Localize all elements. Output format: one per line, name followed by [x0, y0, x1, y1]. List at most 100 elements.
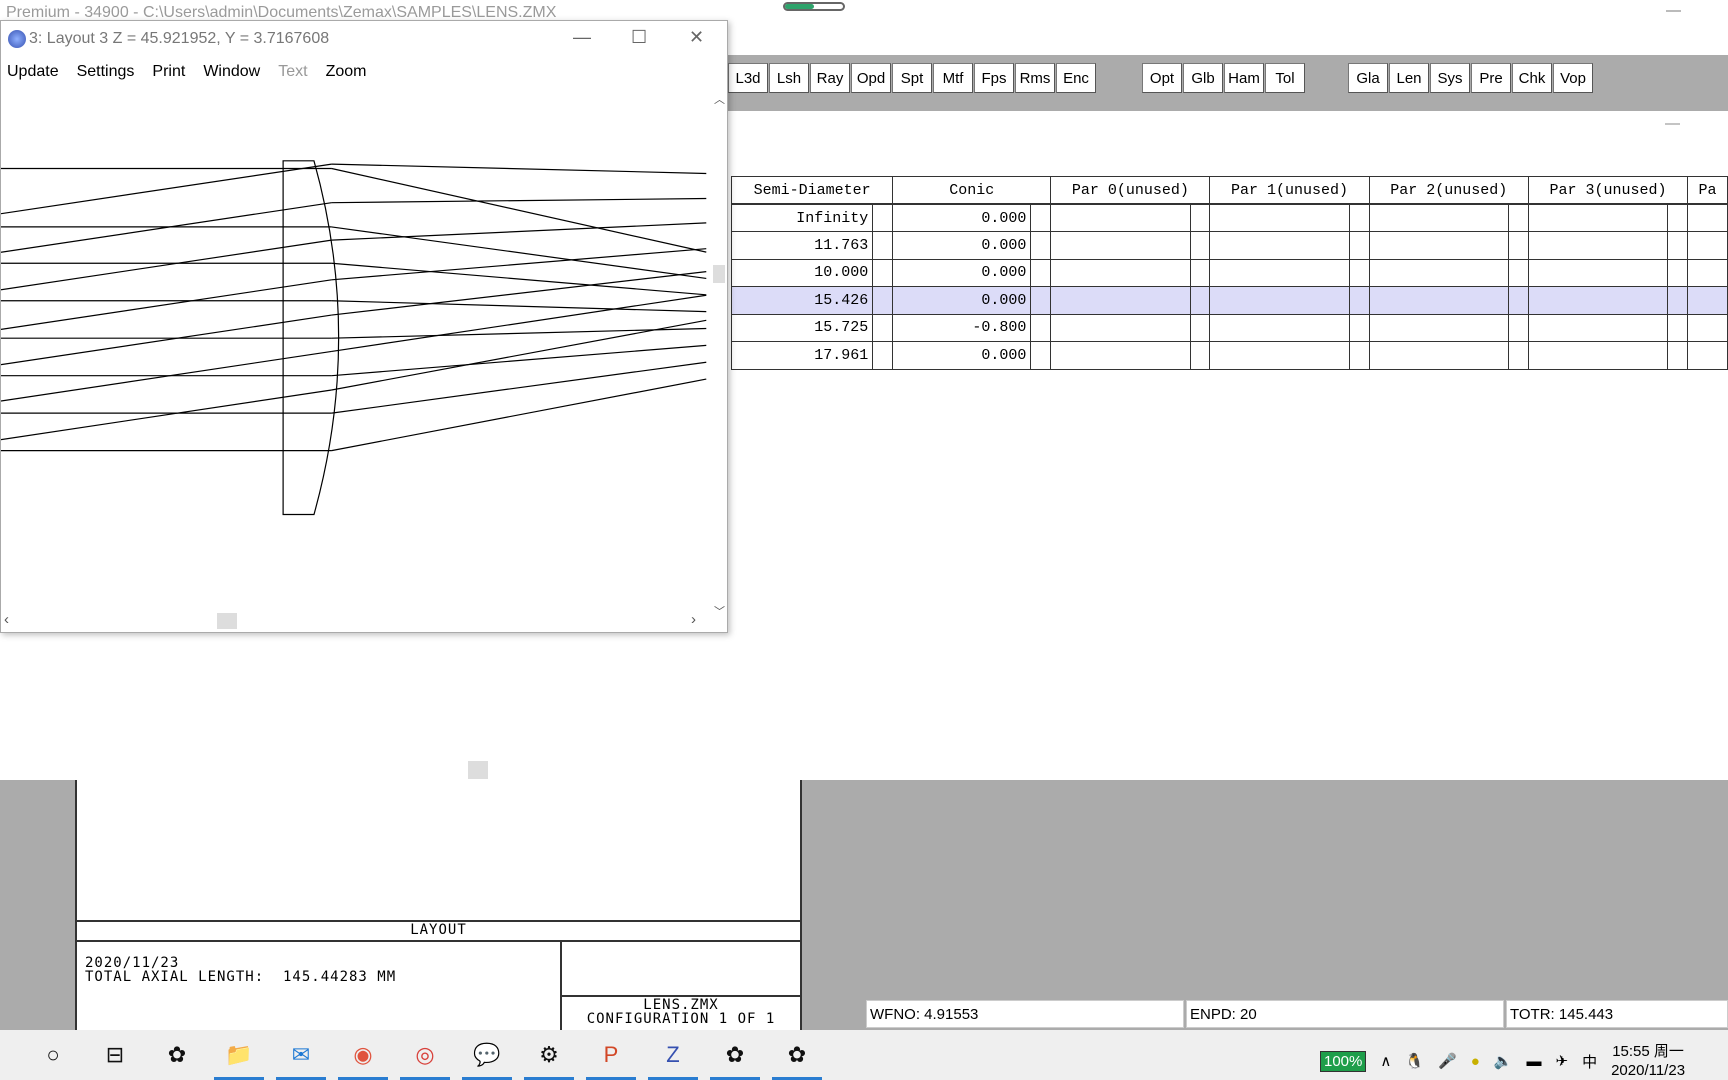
close-button[interactable]: ✕	[689, 27, 704, 48]
solve-cell[interactable]	[1667, 231, 1689, 260]
parameter-cell[interactable]	[1368, 286, 1509, 315]
solve-cell[interactable]	[1667, 286, 1689, 315]
solve-cell[interactable]	[1030, 341, 1052, 370]
conic-cell[interactable]: 0.000	[892, 231, 1032, 260]
solve-cell[interactable]	[1348, 258, 1370, 287]
solve-cell[interactable]	[1507, 203, 1529, 232]
parameter-cell[interactable]	[1209, 286, 1350, 315]
toolbar-button-glb[interactable]: Glb	[1183, 63, 1223, 93]
app-icon[interactable]: ✿	[160, 1038, 194, 1072]
menu-settings[interactable]: Settings	[77, 63, 135, 81]
solve-cell[interactable]	[872, 203, 894, 232]
solve-cell[interactable]	[1030, 231, 1052, 260]
toolbar-button-gla[interactable]: Gla	[1348, 63, 1388, 93]
maximize-button[interactable]: ☐	[631, 27, 647, 48]
parameter-cell[interactable]	[1368, 203, 1509, 232]
solve-cell[interactable]	[1667, 258, 1689, 287]
parameter-cell[interactable]	[1209, 203, 1350, 232]
wechat-icon[interactable]: 💬	[470, 1038, 504, 1072]
toolbar-button-fps[interactable]: Fps	[974, 63, 1014, 93]
parameter-cell[interactable]	[1368, 231, 1509, 260]
zemax-icon[interactable]: Z	[656, 1038, 690, 1072]
menu-zoom[interactable]: Zoom	[326, 63, 367, 81]
conic-cell[interactable]: -0.800	[892, 313, 1032, 342]
battery-tray-icon[interactable]: ▬	[1526, 1053, 1541, 1070]
parameter-cell[interactable]	[1209, 258, 1350, 287]
powerpoint-icon[interactable]: P	[594, 1038, 628, 1072]
qq-icon[interactable]: 🐧	[1405, 1052, 1424, 1070]
clock[interactable]: 15:55 周一 2020/11/23	[1611, 1042, 1685, 1080]
solve-cell[interactable]	[1189, 258, 1211, 287]
app-icon[interactable]: ✿	[718, 1038, 752, 1072]
toolbar-button-mtf[interactable]: Mtf	[933, 63, 973, 93]
parameter-cell[interactable]	[1368, 313, 1509, 342]
parameter-cell[interactable]	[1050, 313, 1191, 342]
solve-cell[interactable]	[1189, 341, 1211, 370]
settings-icon[interactable]: ⚙	[532, 1038, 566, 1072]
table-row[interactable]: 15.426 0.000	[730, 286, 1728, 315]
solve-cell[interactable]	[872, 286, 894, 315]
file-explorer-icon[interactable]: 📁	[222, 1038, 256, 1072]
toolbar-button-lsh[interactable]: Lsh	[769, 63, 809, 93]
airplane-icon[interactable]: ✈	[1555, 1052, 1568, 1070]
parameter-cell[interactable]	[1527, 258, 1669, 287]
task-view-icon[interactable]: ⊟	[98, 1038, 132, 1072]
menu-window[interactable]: Window	[203, 63, 260, 81]
parameter-cell[interactable]	[1209, 313, 1350, 342]
parameter-cell[interactable]	[1209, 231, 1350, 260]
solve-cell[interactable]	[1667, 313, 1689, 342]
minimize-button[interactable]: —	[573, 27, 591, 48]
solve-cell[interactable]	[1030, 313, 1052, 342]
solve-cell[interactable]	[1348, 341, 1370, 370]
parameter-cell[interactable]	[1050, 286, 1191, 315]
parameter-cell[interactable]	[1527, 341, 1669, 370]
solve-cell[interactable]	[1030, 203, 1052, 232]
solve-cell[interactable]	[1030, 258, 1052, 287]
main-minimize-button[interactable]: —	[1666, 2, 1681, 19]
solve-cell[interactable]	[1189, 286, 1211, 315]
scroll-right-icon[interactable]: ›	[691, 611, 696, 628]
toolbar-button-tol[interactable]: Tol	[1265, 63, 1305, 93]
chrome-icon[interactable]: ◎	[408, 1038, 442, 1072]
scroll-thumb[interactable]	[217, 613, 237, 629]
vertical-scrollbar[interactable]: ︿ ﹀	[711, 89, 727, 619]
column-header[interactable]: Pa	[1687, 176, 1728, 205]
column-header[interactable]: Par 1(unused)	[1209, 176, 1370, 205]
parameter-cell[interactable]	[1687, 341, 1728, 370]
scroll-thumb[interactable]	[713, 265, 725, 283]
solve-cell[interactable]	[1348, 231, 1370, 260]
parameter-cell[interactable]	[1687, 286, 1728, 315]
ime-indicator[interactable]: 中	[1582, 1051, 1597, 1072]
semi-diameter-cell[interactable]: 11.763	[730, 231, 874, 260]
editor-minimize-button[interactable]: —	[1665, 115, 1680, 132]
photos-icon[interactable]: ◉	[346, 1038, 380, 1072]
parameter-cell[interactable]	[1687, 203, 1728, 232]
solve-cell[interactable]	[1667, 341, 1689, 370]
solve-cell[interactable]	[1189, 231, 1211, 260]
column-header[interactable]: Par 3(unused)	[1527, 176, 1689, 205]
table-row[interactable]: 11.763 0.000	[730, 231, 1728, 260]
microphone-icon[interactable]: 🎤	[1438, 1052, 1457, 1070]
toolbar-button-len[interactable]: Len	[1389, 63, 1429, 93]
toolbar-button-sys[interactable]: Sys	[1430, 63, 1470, 93]
conic-cell[interactable]: 0.000	[892, 341, 1032, 370]
menu-text[interactable]: Text	[278, 63, 307, 81]
table-row[interactable]: 10.000 0.000	[730, 258, 1728, 287]
toolbar-button-ham[interactable]: Ham	[1224, 63, 1264, 93]
semi-diameter-cell[interactable]: 10.000	[730, 258, 874, 287]
solve-cell[interactable]	[1507, 341, 1529, 370]
app-tray-icon[interactable]: ●	[1471, 1053, 1480, 1070]
parameter-cell[interactable]	[1368, 258, 1509, 287]
parameter-cell[interactable]	[1368, 341, 1509, 370]
solve-cell[interactable]	[872, 341, 894, 370]
parameter-cell[interactable]	[1050, 203, 1191, 232]
column-header[interactable]: Semi-Diameter	[730, 176, 894, 205]
toolbar-button-spt[interactable]: Spt	[892, 63, 932, 93]
parameter-cell[interactable]	[1527, 203, 1669, 232]
parameter-cell[interactable]	[1050, 341, 1191, 370]
toolbar-button-opd[interactable]: Opd	[851, 63, 891, 93]
solve-cell[interactable]	[872, 313, 894, 342]
solve-cell[interactable]	[872, 258, 894, 287]
semi-diameter-cell[interactable]: 15.725	[730, 313, 874, 342]
conic-cell[interactable]: 0.000	[892, 258, 1032, 287]
